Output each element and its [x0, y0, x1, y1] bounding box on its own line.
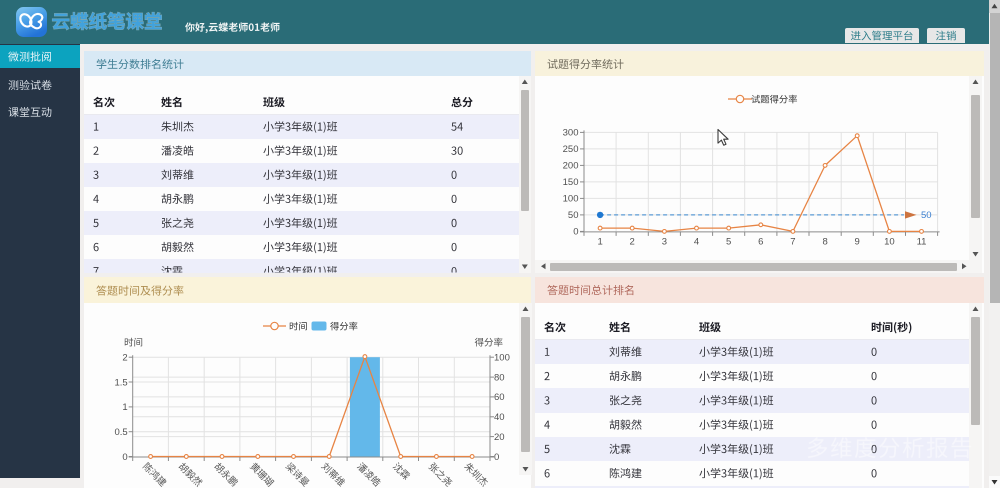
svg-text:6: 6	[758, 236, 763, 247]
svg-text:5: 5	[726, 236, 731, 247]
svg-text:250: 250	[563, 144, 579, 155]
svg-text:1.5: 1.5	[114, 377, 127, 388]
svg-text:1: 1	[122, 402, 127, 413]
svg-text:7: 7	[790, 236, 795, 247]
svg-text:20: 20	[494, 432, 505, 443]
svg-text:80: 80	[494, 372, 505, 383]
svg-text:0: 0	[573, 227, 578, 238]
svg-text:150: 150	[563, 177, 579, 188]
svg-text:40: 40	[494, 412, 505, 423]
svg-text:1: 1	[597, 236, 602, 247]
svg-text:0: 0	[122, 452, 127, 463]
svg-text:200: 200	[563, 161, 579, 172]
svg-text:10: 10	[884, 236, 895, 247]
svg-text:4: 4	[694, 236, 699, 247]
svg-text:2: 2	[630, 236, 635, 247]
svg-text:300: 300	[563, 128, 579, 139]
svg-text:100: 100	[563, 194, 579, 205]
svg-text:60: 60	[494, 392, 505, 403]
svg-text:0: 0	[494, 452, 499, 463]
svg-text:8: 8	[822, 236, 827, 247]
svg-text:11: 11	[917, 236, 927, 247]
svg-text:100: 100	[494, 353, 510, 364]
svg-text:2: 2	[122, 353, 127, 364]
svg-text:50: 50	[921, 210, 932, 221]
svg-text:50: 50	[568, 210, 579, 221]
svg-text:9: 9	[855, 236, 860, 247]
svg-text:0.5: 0.5	[114, 427, 127, 438]
svg-text:3: 3	[662, 236, 667, 247]
